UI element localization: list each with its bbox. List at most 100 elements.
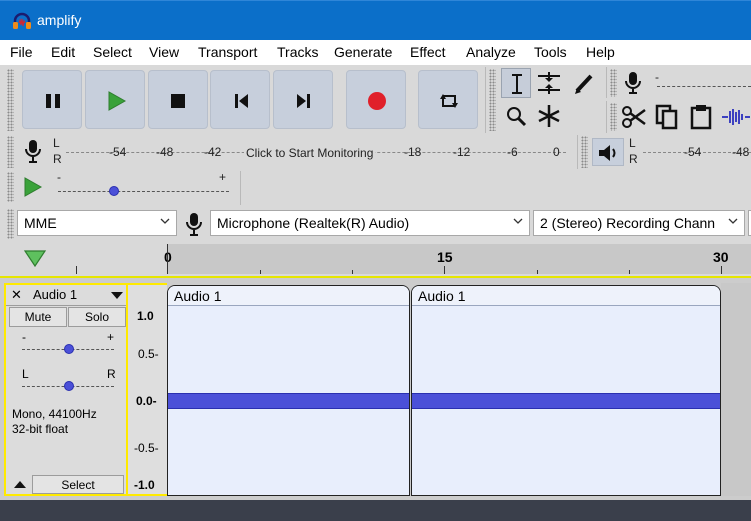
track-menu-arrow-icon[interactable] [110,291,124,301]
clip-waveform [412,393,720,409]
audio-clip[interactable]: Audio 1 [411,285,721,496]
playback-meter-grip[interactable] [581,136,588,168]
copy-button[interactable] [652,102,682,132]
recording-meter-grip[interactable] [7,136,14,168]
record-button[interactable] [346,70,406,129]
record-meter-microphone-icon[interactable] [22,138,44,166]
y-axis-label-minus-1-0: -1.0 [134,478,155,492]
speaker-icon [599,145,616,161]
clip-name: Audio 1 [418,288,466,304]
clip-header[interactable]: Audio 1 [412,286,720,306]
clip-header[interactable]: Audio 1 [168,286,409,306]
pan-left-label: L [22,367,29,381]
ruler-tick [76,266,77,274]
edit-toolbar-grip[interactable] [610,103,617,131]
clip-name: Audio 1 [174,288,222,304]
track-vertical-ruler[interactable]: 1.0 0.5- 0.0- -0.5- -1.0 [128,283,167,496]
track-select-button[interactable]: Select [32,475,124,494]
loop-button[interactable] [418,70,478,129]
play-at-speed-icon [24,177,43,197]
menu-generate[interactable]: Generate [334,44,392,60]
menu-select[interactable]: Select [93,44,132,60]
audio-host-dropdown[interactable]: MME [17,210,177,236]
playback-meter-tick-48: -48 [732,145,750,159]
y-axis-label-0-5: 0.5- [138,347,159,361]
recording-channels-dropdown[interactable]: 2 (Stereo) Recording Chann [533,210,745,236]
y-axis-label-minus-0-5: -0.5- [134,441,159,455]
cut-button[interactable] [619,102,649,132]
menu-tools[interactable]: Tools [534,44,567,60]
zoom-tool-button[interactable] [501,101,531,131]
draw-tool-button[interactable] [569,68,599,98]
audio-clip[interactable]: Audio 1 [167,285,410,496]
clip-waveform-area[interactable] [168,306,409,495]
skip-to-end-button[interactable] [273,70,333,129]
track-empty-area[interactable] [721,283,751,496]
stop-icon [171,94,185,108]
recording-volume-grip[interactable] [610,69,617,97]
menu-transport[interactable]: Transport [198,44,257,60]
ruler-label-30: 30 [713,249,729,265]
play-speed-knob[interactable] [109,186,119,196]
device-toolbar-grip[interactable] [7,209,14,239]
pan-knob[interactable] [64,381,74,391]
track-name-menu[interactable]: Audio 1 [33,287,77,302]
menu-analyze[interactable]: Analyze [466,44,516,60]
solo-button[interactable]: Solo [68,307,126,327]
record-meter-tick-42: -42 [204,145,222,159]
paste-button[interactable] [686,102,716,132]
track-bit-depth-info: 32-bit float [12,422,69,436]
record-meter-channel-l: L [53,136,60,150]
playback-meter-button[interactable] [592,138,624,166]
microphone-icon [625,72,641,94]
title-bar: amplify [0,0,751,40]
play-at-speed-button[interactable] [18,173,48,201]
selection-tool-button[interactable] [501,68,531,98]
menu-help[interactable]: Help [586,44,615,60]
transport-toolbar-grip[interactable] [7,69,14,131]
timeline-play-head-icon[interactable] [22,248,48,270]
menu-effect[interactable]: Effect [410,44,446,60]
envelope-tool-button[interactable] [534,68,564,98]
skip-to-start-button[interactable] [210,70,270,129]
pause-button[interactable] [22,70,82,129]
play-speed-slider[interactable] [58,191,229,192]
menu-tracks[interactable]: Tracks [277,44,318,60]
record-meter-tick-54: -54 [109,145,127,159]
ruler-tick [352,270,353,274]
trim-audio-button[interactable] [720,102,750,132]
track-control-panel[interactable]: ✕ Audio 1 Mute Solo - + L R Mono, 44100H… [4,283,128,496]
menu-edit[interactable]: Edit [51,44,75,60]
play-at-speed-grip[interactable] [7,172,14,202]
stop-button[interactable] [148,70,208,129]
gain-knob[interactable] [64,344,74,354]
mute-button[interactable]: Mute [9,307,67,327]
ruler-tick [444,266,445,274]
envelope-icon [538,72,560,94]
track-header: ✕ Audio 1 [6,285,126,306]
multi-tool-button[interactable] [534,101,564,131]
timeline-ruler[interactable]: 0 15 30 [164,244,751,274]
record-meter-tick-12: -12 [453,145,471,159]
start-monitoring-prompt[interactable]: Click to Start Monitoring [244,146,376,160]
play-button[interactable] [85,70,145,129]
clip-waveform-area[interactable] [412,306,720,495]
recording-device-dropdown[interactable]: Microphone (Realtek(R) Audio) [210,210,530,236]
collapse-track-icon[interactable] [13,479,27,489]
menu-bar: File Edit Select View Transport Tracks G… [0,40,751,65]
record-meter-tick-48: -48 [156,145,174,159]
record-meter-channel-r: R [53,152,62,166]
pause-icon [46,94,60,108]
separator [485,67,486,133]
menu-file[interactable]: File [10,44,33,60]
recording-channels-value: 2 (Stereo) Recording Chann [540,215,716,231]
tools-toolbar-grip[interactable] [489,69,496,131]
trim-waveform-icon [722,109,750,125]
ruler-tick [537,270,538,274]
y-axis-label-1-0: 1.0 [137,309,154,323]
playback-meter-tick-54: -54 [684,145,702,159]
menu-view[interactable]: View [149,44,179,60]
track-close-button[interactable]: ✕ [11,287,22,303]
record-volume-slider[interactable] [657,86,751,87]
record-meter-tick-6: -6 [507,145,518,159]
